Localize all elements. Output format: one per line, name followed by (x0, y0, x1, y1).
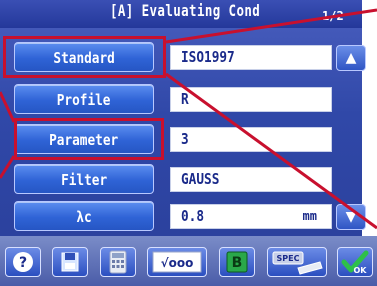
callout-line-top (165, 8, 377, 44)
callout-line-left-upper (0, 91, 16, 123)
screen: [A] Evaluating Cond 1/2 Standard ISO1997… (0, 0, 377, 286)
callout-line-left-lower (0, 155, 16, 179)
callout-line-diagonal (165, 72, 377, 230)
callout-lines (0, 8, 377, 230)
